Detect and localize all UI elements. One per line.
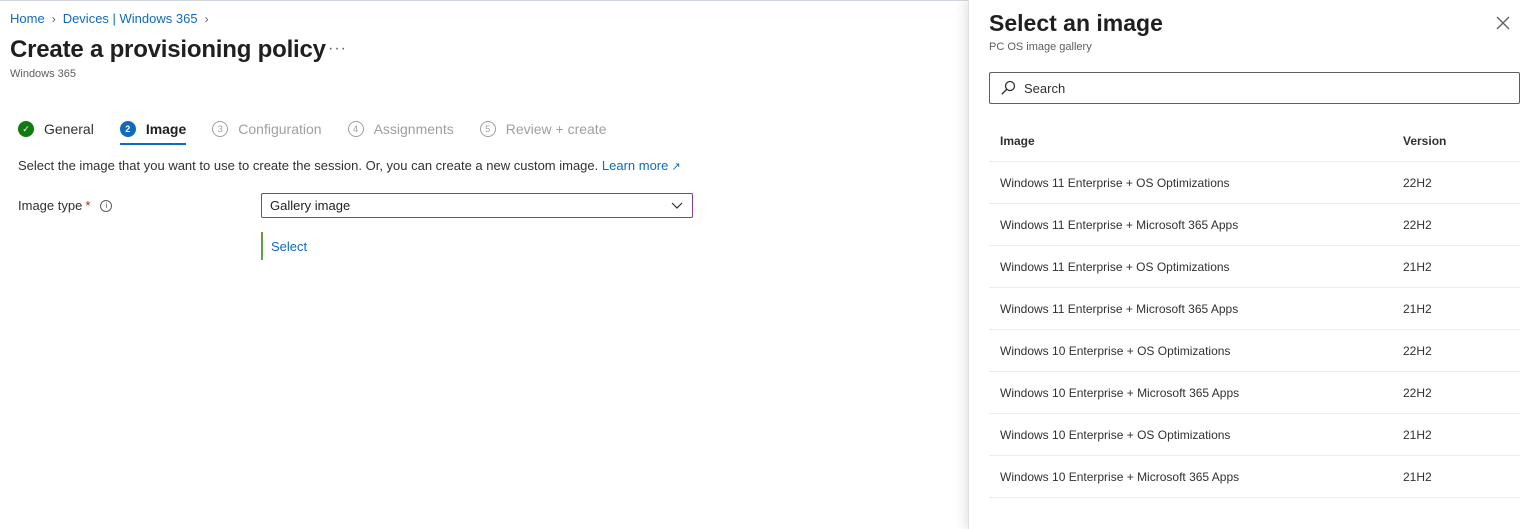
image-description: Select the image that you want to use to… (18, 158, 681, 173)
more-options-button[interactable]: ··· (328, 40, 347, 58)
tab-label: General (44, 121, 94, 137)
table-header: Image Version (989, 120, 1520, 162)
chevron-down-icon (671, 202, 683, 209)
page-subtitle: Windows 365 (10, 68, 77, 80)
select-image-blade: Select an image PC OS image gallery Imag… (968, 0, 1536, 529)
column-header-version[interactable]: Version (1403, 134, 1520, 148)
image-type-label-text: Image type (18, 198, 83, 213)
blade-subtitle: PC OS image gallery (989, 41, 1092, 53)
tab-configuration[interactable]: 3 Configuration (212, 116, 322, 142)
blade-title: Select an image (989, 10, 1163, 36)
step-number-badge: 4 (347, 121, 364, 137)
tab-label: Assignments (373, 121, 454, 137)
page-title: Create a provisioning policy (10, 36, 326, 63)
image-cell: Windows 11 Enterprise + Microsoft 365 Ap… (1000, 217, 1239, 232)
tab-image[interactable]: 2 Image (119, 116, 187, 145)
chevron-right-icon: › (51, 11, 56, 26)
tab-review-create[interactable]: 5 Review + create (479, 116, 607, 142)
breadcrumb: Home › Devices | Windows 365 › (10, 11, 216, 26)
image-type-label: Image type * i (18, 198, 113, 213)
main-pane: Home › Devices | Windows 365 › Create a … (0, 0, 968, 529)
tab-general[interactable]: ✓ General (18, 116, 94, 142)
image-cell: Windows 10 Enterprise + Microsoft 365 Ap… (1000, 469, 1240, 484)
version-cell: 21H2 (1403, 301, 1432, 316)
tab-label: Image (145, 121, 187, 137)
tab-assignments[interactable]: 4 Assignments (347, 116, 454, 142)
external-link-icon: ↗ (671, 161, 681, 173)
table-row[interactable]: Windows 10 Enterprise + OS Optimizations… (989, 330, 1520, 372)
select-image-link[interactable]: Select (271, 239, 307, 254)
image-cell: Windows 11 Enterprise + OS Optimizations (1000, 259, 1230, 274)
version-cell: 22H2 (1403, 343, 1432, 358)
image-cell: Windows 10 Enterprise + OS Optimizations (1000, 427, 1231, 442)
tab-label: Configuration (238, 121, 322, 137)
info-icon[interactable]: i (100, 199, 113, 212)
search-input[interactable] (1024, 80, 1504, 96)
version-cell: 21H2 (1403, 427, 1432, 442)
version-cell: 22H2 (1403, 217, 1432, 232)
version-cell: 21H2 (1403, 469, 1432, 484)
search-box[interactable] (989, 72, 1520, 104)
table-row[interactable]: Windows 10 Enterprise + OS Optimizations… (989, 414, 1520, 456)
description-text: Select the image that you want to use to… (18, 158, 599, 173)
table-row[interactable]: Windows 10 Enterprise + Microsoft 365 Ap… (989, 372, 1520, 414)
version-cell: 21H2 (1403, 259, 1432, 274)
chevron-right-icon: › (204, 11, 209, 26)
table-row[interactable]: Windows 11 Enterprise + Microsoft 365 Ap… (989, 204, 1520, 246)
checkmark-icon: ✓ (18, 121, 34, 137)
table-row[interactable]: Windows 11 Enterprise + Microsoft 365 Ap… (989, 288, 1520, 330)
step-number-badge: 5 (479, 121, 496, 137)
table-row[interactable]: Windows 11 Enterprise + OS Optimizations… (989, 162, 1520, 204)
breadcrumb-devices[interactable]: Devices | Windows 365 (63, 11, 198, 26)
image-type-value: Gallery image (270, 198, 351, 213)
version-cell: 22H2 (1403, 175, 1432, 190)
wizard-steps: ✓ General 2 Image 3 Configuration 4 Assi… (18, 116, 633, 145)
image-cell: Windows 10 Enterprise + Microsoft 365 Ap… (1000, 385, 1240, 400)
version-cell: 22H2 (1403, 385, 1432, 400)
required-marker: * (85, 198, 91, 213)
image-type-dropdown[interactable]: Gallery image (261, 193, 693, 218)
image-cell: Windows 11 Enterprise + Microsoft 365 Ap… (1000, 301, 1239, 316)
search-icon (1001, 80, 1016, 95)
column-header-image[interactable]: Image (989, 134, 1403, 148)
table-row[interactable]: Windows 10 Enterprise + Microsoft 365 Ap… (989, 456, 1520, 498)
select-image-container: Select (261, 232, 307, 260)
image-table: Image Version Windows 11 Enterprise + OS… (989, 120, 1520, 498)
step-number-badge: 2 (119, 121, 136, 137)
table-row[interactable]: Windows 11 Enterprise + OS Optimizations… (989, 246, 1520, 288)
learn-more-link[interactable]: Learn more (602, 158, 668, 173)
step-number-badge: 3 (212, 121, 229, 137)
image-cell: Windows 10 Enterprise + OS Optimizations (1000, 343, 1231, 358)
breadcrumb-home[interactable]: Home (10, 11, 45, 26)
image-cell: Windows 11 Enterprise + OS Optimizations (1000, 175, 1230, 190)
close-icon[interactable] (1495, 15, 1511, 31)
tab-label: Review + create (505, 121, 607, 137)
